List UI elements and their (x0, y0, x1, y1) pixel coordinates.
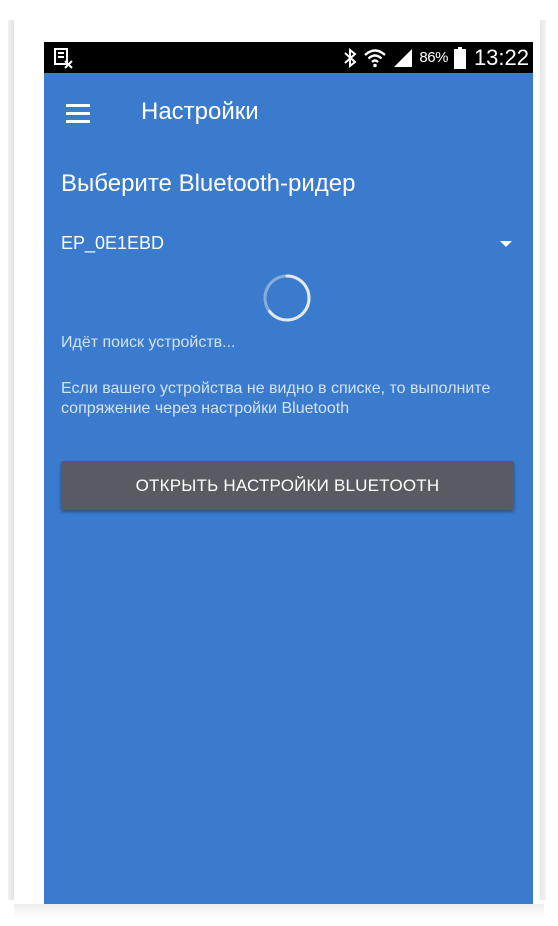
screenshot-frame: 86% 13:22 Настройки Выберите Bluetooth-р… (0, 0, 558, 926)
searching-status-text: Идёт поиск устройств... (61, 334, 236, 351)
hamburger-menu-icon[interactable] (58, 95, 98, 131)
status-clock: 13:22 (473, 44, 529, 70)
screenshot-icon (52, 47, 74, 69)
signal-icon (393, 48, 413, 68)
bluetooth-icon (343, 47, 357, 68)
selected-reader-value: EP_0E1EBD (61, 233, 165, 253)
section-title: Выберите Bluetooth-ридер (61, 170, 356, 197)
loading-spinner-icon (261, 272, 313, 324)
device-screen: 86% 13:22 Настройки Выберите Bluetooth-р… (44, 42, 533, 904)
wifi-icon (363, 48, 387, 68)
open-bluetooth-settings-button[interactable]: ОТКРЫТЬ НАСТРОЙКИ BLUETOOTH (61, 461, 514, 510)
status-indicators: 86% 13:22 (343, 42, 529, 73)
app-bar: Настройки (44, 73, 533, 153)
frame-left-edge (8, 20, 14, 900)
pairing-hint-text: Если вашего устройства не видно в списке… (61, 380, 491, 417)
battery-percentage: 86% (419, 49, 448, 66)
frame-bottom-shade (14, 904, 544, 918)
page-title: Настройки (141, 98, 259, 125)
battery-icon (453, 46, 466, 69)
status-bar: 86% 13:22 (44, 42, 533, 73)
frame-right-edge (540, 20, 546, 900)
bluetooth-reader-select[interactable]: EP_0E1EBD (44, 225, 533, 263)
dropdown-arrow-icon (500, 241, 512, 247)
